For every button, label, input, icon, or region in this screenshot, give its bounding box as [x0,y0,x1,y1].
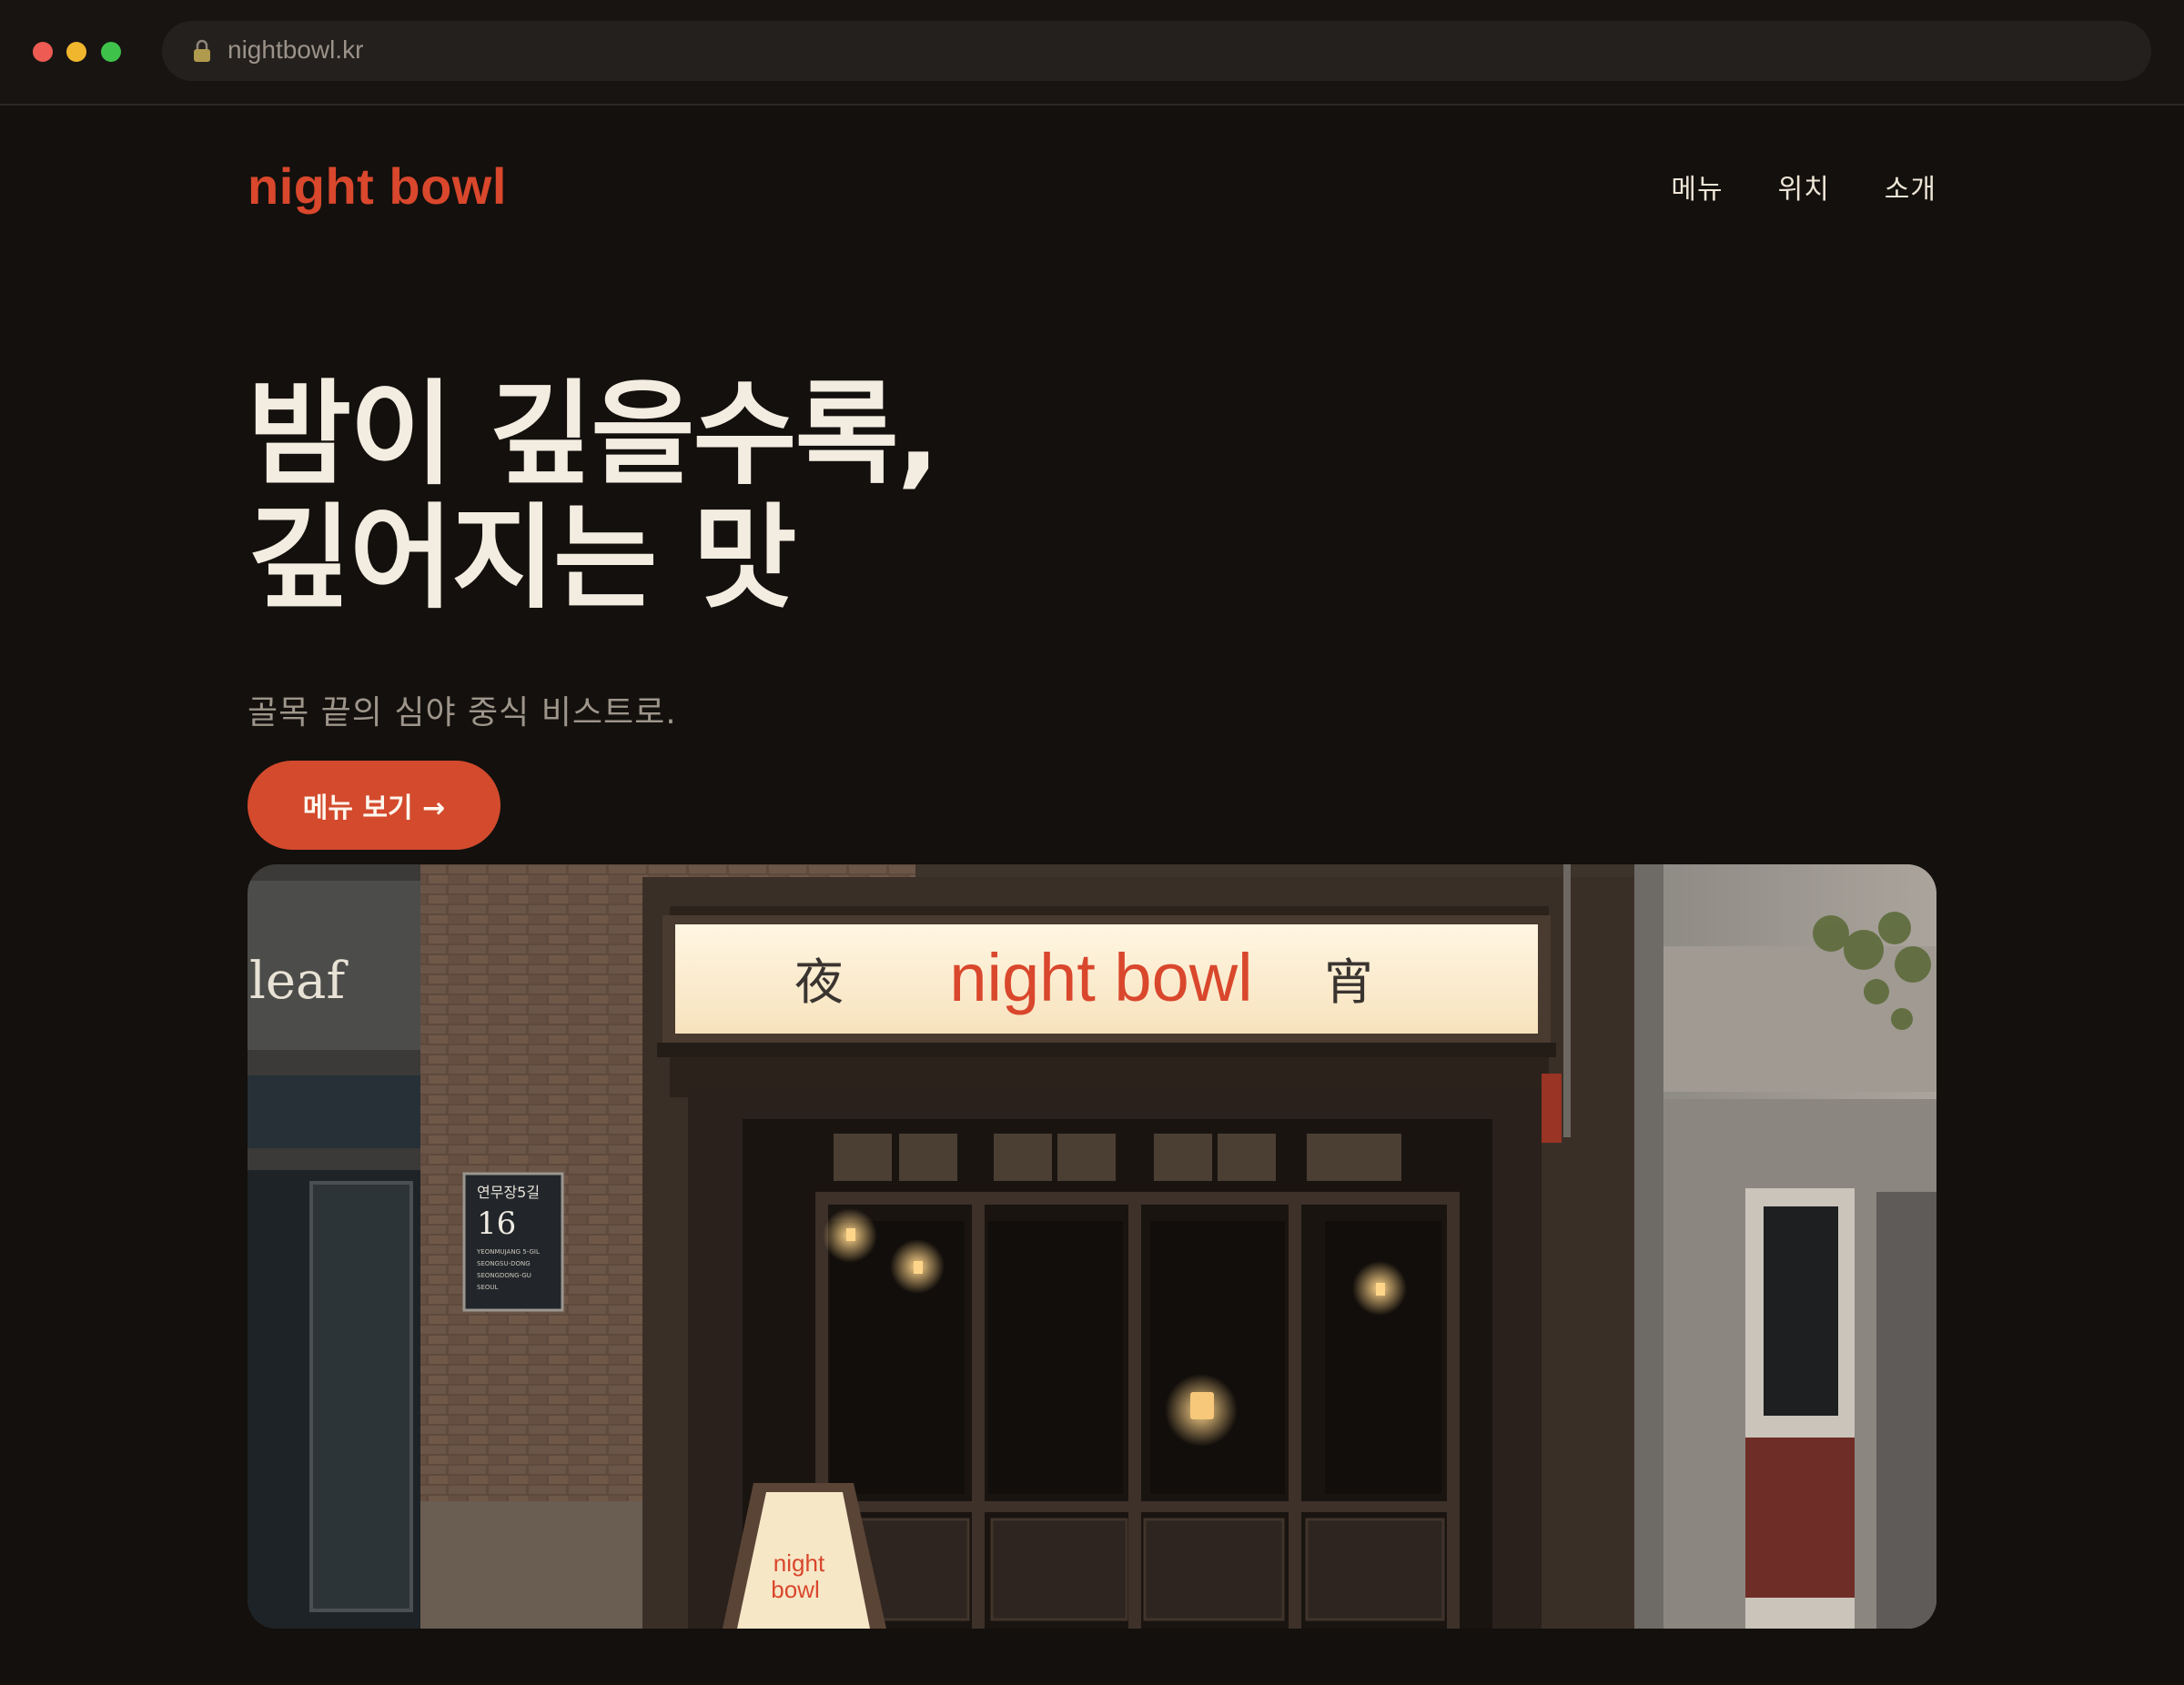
browser-chrome: nightbowl.kr [0,0,2184,106]
address-line-1: YEONMUJANG 5-GIL [476,1248,540,1256]
sign-left-char: 夜 [794,953,844,1011]
nav-item-location[interactable]: 위치 [1778,166,1830,207]
hero-title-line-2: 깊어지는 맛 [248,493,797,624]
nav-item-about[interactable]: 소개 [1885,166,1936,207]
hero-title-line-1: 밤이 깊을수록, [248,369,940,500]
address-line-4: SEOUL [477,1284,498,1291]
sign-right-char: 宵 [1324,953,1373,1011]
address-number: 16 [477,1206,516,1242]
nav-item-menu[interactable]: 메뉴 [1671,166,1723,207]
lock-icon [194,39,210,62]
address-bar[interactable]: nightbowl.kr [162,21,2151,81]
sign-brand-text: night bowl [949,940,1252,1015]
url-text[interactable]: nightbowl.kr [228,35,363,65]
view-menu-button[interactable]: 메뉴 보기 → [248,761,500,850]
aboard-line-1: night [774,1549,825,1577]
maximize-window-button[interactable] [101,42,121,62]
storefront-photo: leaf 연무장5길 16 YEONMUJANG 5-GIL SEONGSU-D… [248,864,1936,1629]
minimize-window-button[interactable] [66,42,86,62]
address-line-3: SEONGDONG-GU [477,1272,531,1279]
site-logo[interactable]: night bowl [248,156,507,216]
hero-subtitle: 골목 끝의 심야 중식 비스트로. [248,694,677,732]
address-street: 연무장5길 [477,1184,540,1201]
hero-title: 밤이 깊을수록, 깊어지는 맛 [248,369,940,624]
close-window-button[interactable] [33,42,53,62]
neighbor-sign-text: leaf [249,952,349,1011]
main-nav: 메뉴 위치 소개 [1671,166,1936,207]
address-line-2: SEONGSU-DONG [477,1260,531,1267]
aboard-line-2: bowl [771,1576,819,1603]
